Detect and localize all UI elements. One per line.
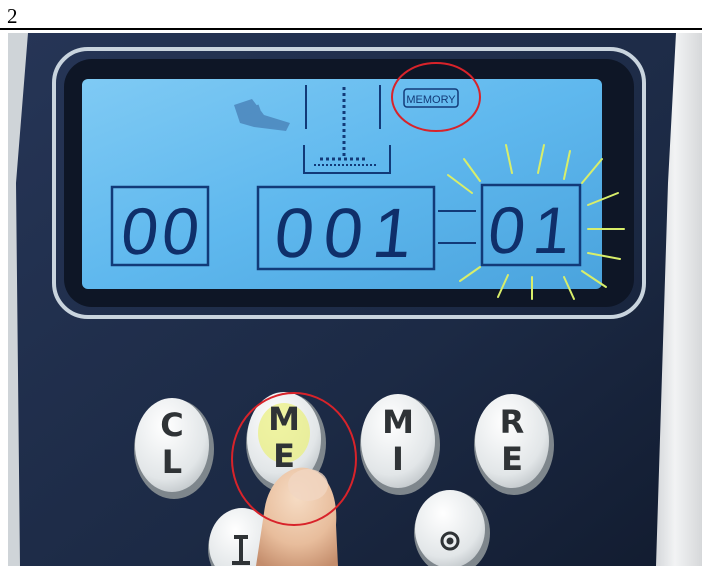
sewing-machine-panel-photo: MEMORY 00 001 01 C L M E M I R E	[8, 33, 702, 566]
mi-button-bottom-letter: I	[392, 440, 404, 478]
step-number: 2	[7, 4, 18, 28]
right-digits: 01	[485, 194, 582, 268]
figure: 2 MEMORY 00 001 01 C L M E M I R E	[0, 0, 702, 566]
me-button-bottom-letter: E	[273, 437, 295, 475]
cl-button-bottom-letter: L	[162, 443, 182, 481]
cl-button-top-letter: C	[160, 406, 183, 444]
record-icon-dot	[446, 537, 454, 545]
center-digits: 001	[271, 193, 426, 272]
left-digits: 00	[118, 195, 207, 269]
re-button-top-letter: R	[500, 403, 525, 441]
memory-indicator: MEMORY	[406, 94, 456, 106]
fingernail	[288, 469, 328, 501]
mi-button-top-letter: M	[382, 403, 414, 441]
re-button-bottom-letter: E	[501, 440, 523, 478]
header-rule	[0, 28, 702, 30]
me-button-top-letter: M	[268, 400, 300, 438]
